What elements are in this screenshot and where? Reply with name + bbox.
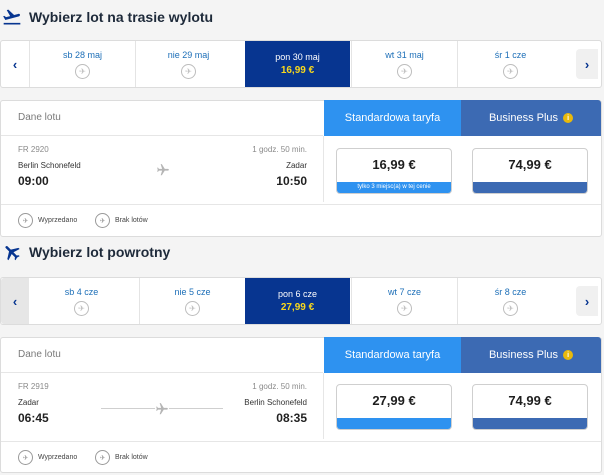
business-plus-price-box[interactable]: 74,99 € bbox=[472, 384, 588, 430]
date-option[interactable]: sb 28 maj ✈ bbox=[29, 41, 135, 87]
outbound-title: Wybierz lot na trasie wylotu bbox=[29, 9, 214, 25]
destination-airport: Zadar bbox=[286, 161, 307, 170]
standard-fare-price: 16,99 € bbox=[372, 157, 416, 172]
flight-duration: 1 godz. 50 min. bbox=[252, 382, 307, 391]
date-option[interactable]: sb 4 cze ✈ bbox=[29, 278, 134, 324]
arrival-time: 10:50 bbox=[276, 174, 307, 188]
tab-standard-fare[interactable]: Standardowa taryfa bbox=[324, 337, 461, 373]
business-plus-price-box[interactable]: 74,99 € bbox=[472, 148, 588, 194]
flight-number: FR 2919 bbox=[18, 382, 49, 391]
info-icon[interactable]: i bbox=[563, 113, 574, 123]
origin-airport: Zadar bbox=[18, 398, 39, 407]
tab-standard-fare[interactable]: Standardowa taryfa bbox=[324, 100, 461, 136]
no-flights-icon: ✈ bbox=[181, 63, 196, 79]
tab-business-plus[interactable]: Business Plus i bbox=[461, 337, 601, 373]
flight-details-header: Dane lotu bbox=[1, 101, 323, 136]
legend-no-flights: ✈ Brak lotów bbox=[95, 450, 148, 465]
next-dates-button[interactable]: › bbox=[573, 41, 601, 87]
arrival-time: 08:35 bbox=[276, 411, 307, 425]
chevron-right-icon: › bbox=[584, 293, 590, 309]
legend: ✈ Wyprzedano ✈ Brak lotów bbox=[1, 204, 601, 235]
date-option[interactable]: nie 5 cze ✈ bbox=[139, 278, 245, 324]
departure-time: 06:45 bbox=[18, 411, 49, 425]
plane-icon bbox=[155, 402, 169, 416]
legend-sold-out: ✈ Wyprzedano bbox=[18, 213, 77, 228]
chevron-left-icon: ‹ bbox=[12, 293, 18, 309]
flight-number: FR 2920 bbox=[18, 145, 49, 154]
sold-out-icon: ✈ bbox=[18, 450, 33, 465]
no-flights-icon: ✈ bbox=[503, 300, 518, 316]
flight-details-header: Dane lotu bbox=[1, 338, 323, 373]
no-flights-icon: ✈ bbox=[75, 63, 90, 79]
info-icon[interactable]: i bbox=[563, 350, 574, 360]
chevron-right-icon: › bbox=[584, 56, 590, 72]
plane-icon bbox=[156, 163, 170, 177]
origin-airport: Berlin Schonefeld bbox=[18, 161, 81, 170]
no-flights-icon: ✈ bbox=[397, 300, 412, 316]
departure-time: 09:00 bbox=[18, 174, 49, 188]
plane-takeoff-icon bbox=[1, 6, 23, 28]
flight-duration: 1 godz. 50 min. bbox=[252, 145, 307, 154]
return-flight-card: Dane lotu Standardowa taryfa Business Pl… bbox=[0, 337, 602, 473]
outbound-date-strip: ‹ sb 28 maj ✈ nie 29 maj ✈ pon 30 maj 16… bbox=[0, 40, 602, 88]
standard-fare-price-box[interactable]: 16,99 € tylko 3 miejsc(a) w tej cenie bbox=[336, 148, 452, 194]
flight-row: FR 2919 1 godz. 50 min. Zadar Berlin Sch… bbox=[1, 373, 324, 439]
business-plus-price: 74,99 € bbox=[508, 393, 552, 408]
no-flights-icon: ✈ bbox=[397, 63, 412, 79]
return-heading: Wybierz lot powrotny bbox=[0, 237, 170, 267]
standard-fare-price-box[interactable]: 27,99 € bbox=[336, 384, 452, 430]
business-plus-price: 74,99 € bbox=[508, 157, 552, 172]
destination-airport: Berlin Schonefeld bbox=[244, 398, 307, 407]
date-price: 16,99 € bbox=[280, 65, 315, 76]
legend-no-flights: ✈ Brak lotów bbox=[95, 213, 148, 228]
return-title: Wybierz lot powrotny bbox=[29, 244, 171, 260]
plane-landing-icon bbox=[1, 241, 23, 263]
date-option-selected[interactable]: pon 6 cze 27,99 € bbox=[245, 278, 350, 324]
date-option[interactable]: śr 1 cze ✈ bbox=[457, 41, 563, 87]
flight-row: FR 2920 1 godz. 50 min. Berlin Schonefel… bbox=[1, 136, 324, 202]
sold-out-icon: ✈ bbox=[18, 213, 33, 228]
outbound-heading: Wybierz lot na trasie wylotu bbox=[0, 2, 213, 32]
no-flights-icon: ✈ bbox=[95, 213, 110, 228]
prev-dates-button[interactable]: ‹ bbox=[1, 41, 29, 87]
no-flights-icon: ✈ bbox=[503, 63, 518, 79]
seats-left-note: tylko 3 miejsc(a) w tej cenie bbox=[357, 184, 431, 190]
outbound-flight-card: Dane lotu Standardowa taryfa Business Pl… bbox=[0, 100, 602, 237]
no-flights-icon: ✈ bbox=[185, 300, 200, 316]
chevron-left-icon: ‹ bbox=[12, 56, 18, 72]
no-flights-icon: ✈ bbox=[74, 300, 89, 316]
return-date-strip: ‹ sb 4 cze ✈ nie 5 cze ✈ pon 6 cze 27,99… bbox=[0, 277, 602, 325]
prev-dates-button[interactable]: ‹ bbox=[1, 278, 29, 324]
standard-fare-price: 27,99 € bbox=[372, 393, 416, 408]
date-option[interactable]: wt 7 cze ✈ bbox=[351, 278, 457, 324]
date-option[interactable]: wt 31 maj ✈ bbox=[351, 41, 457, 87]
tab-business-plus[interactable]: Business Plus i bbox=[461, 100, 601, 136]
next-dates-button[interactable]: › bbox=[573, 278, 601, 324]
date-option[interactable]: śr 8 cze ✈ bbox=[457, 278, 563, 324]
no-flights-icon: ✈ bbox=[95, 450, 110, 465]
date-option-selected[interactable]: pon 30 maj 16,99 € bbox=[245, 41, 350, 87]
date-price: 27,99 € bbox=[280, 302, 315, 313]
date-option[interactable]: nie 29 maj ✈ bbox=[135, 41, 241, 87]
legend-sold-out: ✈ Wyprzedano bbox=[18, 450, 77, 465]
legend: ✈ Wyprzedano ✈ Brak lotów bbox=[1, 441, 601, 472]
